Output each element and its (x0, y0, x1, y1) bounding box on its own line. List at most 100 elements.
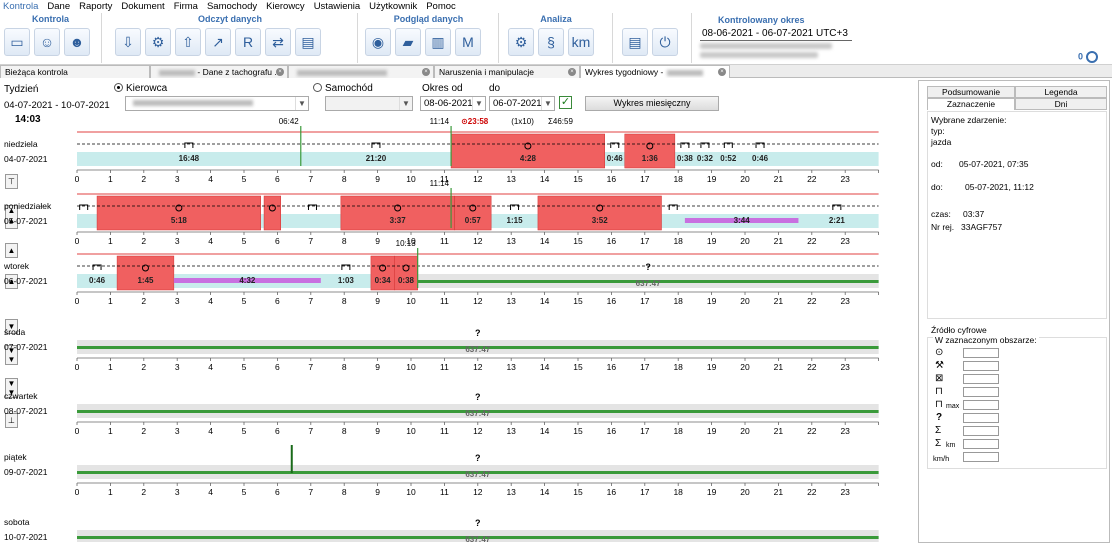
close-icon[interactable]: × (718, 68, 726, 76)
analysis-icon[interactable]: ⚙ (508, 28, 534, 56)
hour-label: 15 (573, 174, 583, 184)
weekly-chart[interactable]: 16:48 21:20 4:28 0:46 1:36 0:38 0:32 0:52 0:4606… (0, 112, 900, 542)
tab-biezaca-kontrola[interactable]: Bieżąca kontrola (0, 65, 150, 78)
menu-firma[interactable]: Firma (174, 0, 198, 13)
driver-select[interactable]: ▼ (125, 96, 309, 111)
drive-segment (263, 195, 281, 231)
hour-label: 5 (242, 362, 247, 372)
hour-label: 4 (208, 362, 213, 372)
hour-label: 1 (108, 236, 113, 246)
to-value: 05-07-2021, 11:12 (965, 182, 1034, 192)
segment-duration: 2:21 (829, 216, 846, 225)
menu-kontrola[interactable]: Kontrola (3, 0, 38, 13)
menu-ustawienia[interactable]: Ustawienia (314, 0, 360, 13)
tab-zaznaczenie[interactable]: Zaznaczenie (927, 98, 1015, 110)
close-icon[interactable]: × (422, 68, 430, 76)
unknown-total-field (963, 413, 999, 423)
hour-label: 17 (640, 426, 650, 436)
close-icon[interactable]: × (568, 68, 576, 76)
menu-pomoc[interactable]: Pomoc (426, 0, 456, 13)
hour-label: 0 (75, 426, 80, 436)
tachograph-icon[interactable]: ⚙ (145, 28, 171, 56)
upload-icon[interactable]: ⇧ (175, 28, 201, 56)
menu-raporty[interactable]: Raporty (79, 0, 112, 13)
tab-wykres-tygodniowy[interactable]: Wykres tygodniowy - × (580, 65, 730, 78)
hour-label: 20 (740, 236, 750, 246)
menu-dane[interactable]: Dane (47, 0, 70, 13)
hour-label: 6 (275, 296, 280, 306)
month-chart-icon[interactable]: M (455, 28, 481, 56)
hour-label: 4 (208, 236, 213, 246)
availability-icon: ⊠ (935, 373, 944, 384)
speed-field (963, 452, 999, 462)
segment-duration: 0:34 (375, 276, 392, 285)
hour-label: 17 (640, 487, 650, 497)
period-to-value: 06-07-2021 (493, 98, 542, 109)
segment-duration: 4:28 (520, 154, 537, 163)
segment-duration: 637:47 (465, 470, 490, 479)
hour-label: 23 (840, 296, 850, 306)
marker-time: 11:14 (430, 117, 450, 126)
card-reader-icon[interactable]: ▭ (4, 28, 30, 56)
menu-dokument[interactable]: Dokument (121, 0, 164, 13)
tab-blurred[interactable]: × (288, 65, 434, 78)
driver-radio[interactable]: Kierowca (114, 83, 167, 94)
hour-label: 4 (208, 296, 213, 306)
radio-dot (114, 83, 123, 92)
tab-naruszenia[interactable]: Naruszenia i manipulacje × (434, 65, 580, 78)
monthly-chart-button[interactable]: Wykres miesięczny (585, 96, 719, 111)
corner-value: 0 (1078, 51, 1084, 62)
disc-icon[interactable]: ◉ (365, 28, 391, 56)
law-paragraph-icon[interactable]: § (538, 28, 564, 56)
download-icon[interactable]: ⇩ (115, 28, 141, 56)
menu-samochody[interactable]: Samochody (207, 0, 257, 13)
company-card-icon[interactable]: ☻ (64, 28, 90, 56)
card-copy-icon[interactable]: ▤ (295, 28, 321, 56)
period-from-picker[interactable]: 08-06-2021 ▼ (420, 96, 486, 111)
hour-label: 7 (308, 487, 313, 497)
hour-label: 7 (308, 174, 313, 184)
vehicle-select[interactable]: ▼ (325, 96, 413, 111)
hour-label: 6 (275, 236, 280, 246)
hour-label: 22 (807, 362, 817, 372)
export-icon[interactable]: ↗ (205, 28, 231, 56)
speed-label: km/h (933, 454, 950, 463)
hour-label: 9 (375, 236, 380, 246)
vehicle-radio[interactable]: Samochód (313, 83, 373, 94)
chevron-down-icon: ▼ (541, 97, 554, 110)
event-spike (290, 445, 293, 473)
hour-label: 23 (840, 362, 850, 372)
driving-total-field (963, 348, 999, 358)
hour-label: 1 (108, 174, 113, 184)
hour-label: 13 (506, 174, 516, 184)
apply-checkbox[interactable]: ✓ (559, 96, 572, 109)
tab-podsumowanie[interactable]: Podsumowanie (927, 86, 1015, 98)
segment-duration: 16:48 (179, 154, 200, 163)
close-icon[interactable]: × (276, 68, 284, 76)
tab-dni[interactable]: Dni (1015, 98, 1107, 110)
hour-label: 8 (342, 236, 347, 246)
segment-duration: 21:20 (366, 154, 387, 163)
rest-total-field (963, 387, 999, 397)
transfer-icon[interactable]: ⇄ (265, 28, 291, 56)
report-icon[interactable]: R (235, 28, 261, 56)
menu-kierowcy[interactable]: Kierowcy (266, 0, 305, 13)
distance-km-icon[interactable]: km (568, 28, 594, 56)
hour-label: 20 (740, 487, 750, 497)
power-icon[interactable]: ⏻ (652, 28, 678, 56)
week-chart-icon[interactable]: ▥ (425, 28, 451, 56)
period-to-picker[interactable]: 06-07-2021 ▼ (489, 96, 555, 111)
hour-label: 0 (75, 174, 80, 184)
hour-label: 2 (141, 296, 146, 306)
menu-uzytkownik[interactable]: Użytkownik (369, 0, 417, 13)
hour-label: 21 (774, 174, 784, 184)
vehicle-icon[interactable]: ▰ (395, 28, 421, 56)
tab-dane-z-tachografu[interactable]: - Dane z tachografu ... × (150, 65, 288, 78)
segment-duration: 3:52 (592, 216, 609, 225)
print-icon[interactable]: ▤ (622, 28, 648, 56)
driver-card-icon[interactable]: ☺ (34, 28, 60, 56)
corner-indicator[interactable]: 0 (1078, 51, 1099, 63)
hour-label: 15 (573, 236, 583, 246)
summary-count: (1x10) (511, 117, 534, 126)
tab-legenda[interactable]: Legenda (1015, 86, 1107, 98)
